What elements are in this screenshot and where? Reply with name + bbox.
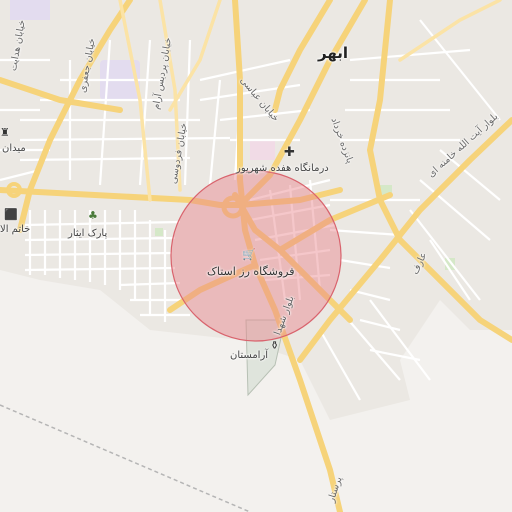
map-base [0,0,512,512]
search-radius-circle[interactable] [170,170,342,342]
store-label: فروشگاه رز استاک [207,265,295,278]
railway [0,404,251,512]
clinic-label: درمانگاه هفده شهریور [236,163,329,174]
cemetery-icon: ⚱ [270,339,280,352]
square-label: میدان [2,143,26,154]
shop-icon: 🛒 [242,248,256,261]
tree-icon: ♣ [88,209,98,222]
city-label: ابهر [318,44,349,62]
building-icon: ⬛ [4,208,18,221]
cemetery-label: آرامستان [230,350,269,361]
map-view[interactable]: ابهر ✚ درمانگاه هفده شهریور 🛒 فروشگاه رز… [0,0,512,512]
khatam-label: خاتم الا [0,224,31,235]
park-label: پارک ایثار [68,228,108,239]
monument-icon: ♜ [0,126,10,139]
hospital-icon: ✚ [284,145,295,160]
